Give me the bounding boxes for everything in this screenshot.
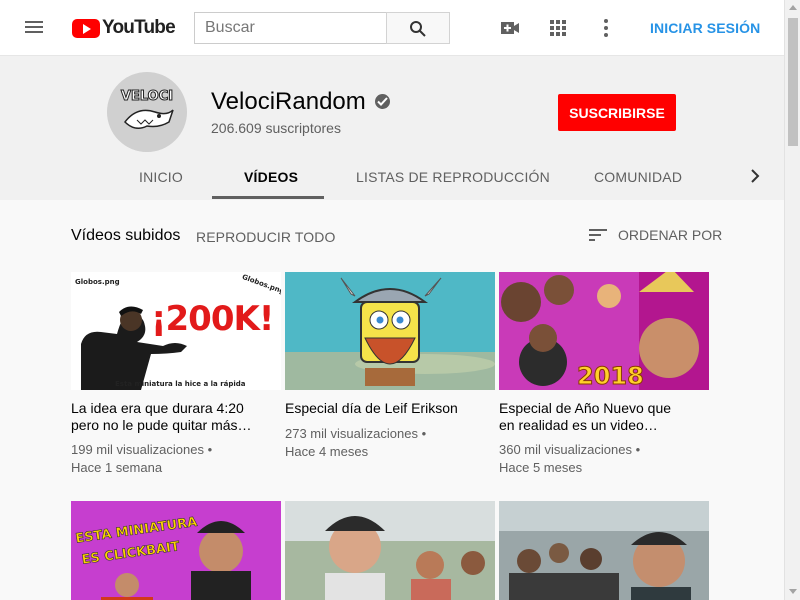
- channel-name: VelociRandom: [211, 88, 366, 115]
- video-thumbnail[interactable]: ESTA MINIATURA ES CLICKBAIT: [71, 501, 281, 600]
- search-icon: [410, 21, 426, 37]
- channel-avatar[interactable]: VELOCI: [107, 72, 187, 152]
- page-scrollbar[interactable]: [784, 0, 800, 600]
- active-tab-indicator: [212, 196, 324, 199]
- chevron-right-icon[interactable]: [748, 168, 762, 184]
- video-meta: 273 mil visualizaciones • Hace 4 meses: [285, 426, 427, 459]
- search-input[interactable]: [195, 13, 386, 43]
- video-views: 199 mil visualizaciones: [71, 442, 204, 457]
- thumb-headline: 2018: [577, 362, 644, 390]
- tab-videos[interactable]: VÍDEOS: [244, 169, 298, 185]
- apps-grid-icon: [550, 20, 566, 36]
- video-thumbnail[interactable]: [285, 501, 495, 600]
- video-title[interactable]: La idea era que durara 4:20 pero no le p…: [71, 400, 271, 434]
- avatar-text: VELOCI: [121, 89, 173, 104]
- video-title-line: Especial día de Leif Erikson: [285, 400, 458, 416]
- thumb-corner-text: Globos.png: [75, 278, 120, 286]
- video-age: Hace 1 semana: [71, 460, 163, 475]
- signin-button[interactable]: INICIAR SESIÓN: [650, 20, 760, 36]
- video-title[interactable]: Especial de Año Nuevo que en realidad es…: [499, 400, 699, 434]
- video-camera-icon: [501, 22, 519, 34]
- subscriber-count: 206.609 suscriptores: [211, 120, 341, 136]
- scrollbar-thumb[interactable]: [788, 18, 798, 146]
- video-title-line: en realidad es un video…: [499, 417, 658, 433]
- sort-button[interactable]: ORDENAR POR: [618, 227, 722, 243]
- video-age: Hace 4 meses: [285, 444, 369, 459]
- tab-community[interactable]: COMUNIDAD: [594, 169, 682, 185]
- masthead: YouTube INICIAR SESIÓN: [0, 0, 784, 56]
- tab-playlists[interactable]: LISTAS DE REPRODUCCIÓN: [356, 169, 550, 185]
- section-title: Vídeos subidos: [71, 227, 181, 244]
- scroll-down-icon[interactable]: [789, 589, 797, 594]
- video-meta: 360 mil visualizaciones • Hace 5 meses: [499, 442, 641, 475]
- video-title-line: Especial de Año Nuevo que: [499, 400, 672, 416]
- video-title[interactable]: Especial día de Leif Erikson: [285, 400, 485, 417]
- more-vert-icon: [604, 19, 608, 37]
- subscribe-button[interactable]: SUSCRIBIRSE: [558, 94, 676, 131]
- create-video-button[interactable]: [498, 16, 522, 40]
- search-box[interactable]: [194, 12, 386, 44]
- youtube-logo[interactable]: YouTube: [72, 17, 176, 39]
- video-views: 273 mil visualizaciones: [285, 426, 418, 441]
- logo-text: YouTube: [102, 17, 176, 38]
- scroll-up-icon[interactable]: [789, 5, 797, 10]
- video-thumbnail[interactable]: [499, 501, 709, 600]
- settings-more-button[interactable]: [594, 16, 618, 40]
- thumb-caption: Esta miniatura la hice a la rápida: [115, 380, 246, 388]
- video-title-line: pero no le pude quitar más…: [71, 417, 252, 433]
- menu-icon[interactable]: [24, 18, 46, 38]
- youtube-play-icon: [72, 18, 100, 38]
- apps-button[interactable]: [546, 16, 570, 40]
- video-age: Hace 5 meses: [499, 460, 583, 475]
- video-title-line: La idea era que durara 4:20: [71, 400, 244, 416]
- video-meta: 199 mil visualizaciones • Hace 1 semana: [71, 442, 213, 475]
- tab-inicio[interactable]: INICIO: [139, 169, 183, 185]
- thumb-headline: ¡200K!: [151, 299, 273, 339]
- channel-header: VELOCI VelociRandom 206.609 suscriptores…: [0, 56, 784, 200]
- video-thumbnail[interactable]: 2018: [499, 272, 709, 390]
- play-all-button[interactable]: REPRODUCIR TODO: [196, 229, 335, 245]
- video-thumbnail[interactable]: Globos.png Globos.png ¡200K! Esta miniat…: [71, 272, 281, 390]
- video-views: 360 mil visualizaciones: [499, 442, 632, 457]
- search-button[interactable]: [386, 12, 450, 44]
- video-thumbnail[interactable]: [285, 272, 495, 390]
- channel-logo: VELOCI: [107, 72, 187, 152]
- sort-icon[interactable]: [588, 226, 608, 244]
- verified-badge-icon: [375, 94, 390, 109]
